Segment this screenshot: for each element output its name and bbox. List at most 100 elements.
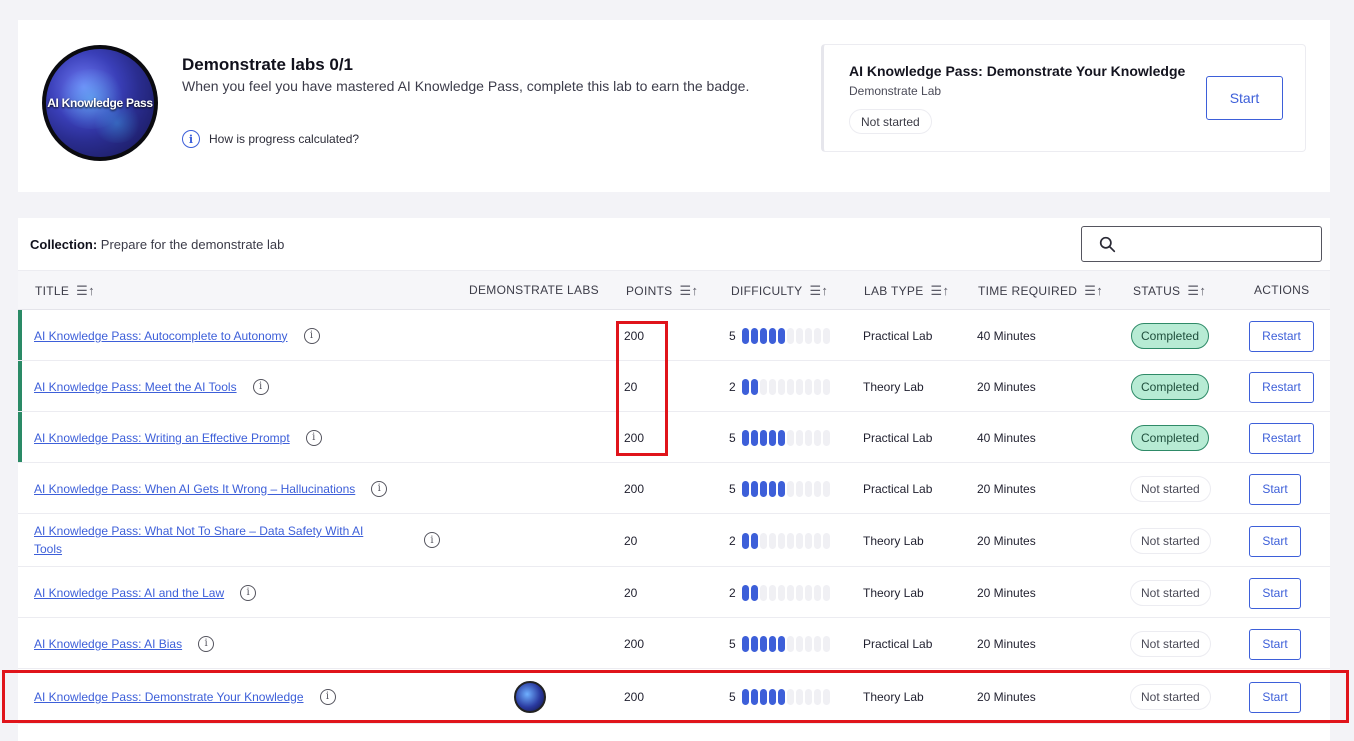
info-icon[interactable]: i: [240, 584, 257, 601]
lab-title-link[interactable]: AI Knowledge Pass: Writing an Effective …: [34, 429, 290, 447]
difficulty-bar: [759, 327, 767, 344]
lab-title-link[interactable]: AI Knowledge Pass: When AI Gets It Wrong…: [34, 480, 355, 498]
difficulty-bar: [813, 327, 821, 344]
difficulty-bar: [786, 532, 794, 549]
difficulty-bar: [750, 635, 758, 652]
info-icon: i: [182, 130, 200, 148]
difficulty-bar: [804, 532, 812, 549]
difficulty-bar: [741, 378, 749, 395]
sort-icon: ☰↑: [76, 283, 95, 298]
column-time-required[interactable]: TIME REQUIRED ☰↑: [978, 283, 1103, 299]
start-button[interactable]: Start: [1249, 577, 1301, 609]
lab-title-link[interactable]: AI Knowledge Pass: AI Bias: [34, 635, 182, 653]
demo-lab-start-button[interactable]: Start: [1206, 76, 1283, 120]
difficulty-bar: [795, 378, 803, 395]
difficulty-bar: [759, 378, 767, 395]
lab-title-link[interactable]: AI Knowledge Pass: Meet the AI Tools: [34, 378, 237, 396]
title-cell: AI Knowledge Pass: AI Bias i: [34, 635, 215, 653]
difficulty-bar: [750, 327, 758, 344]
lab-type: Practical Lab: [863, 328, 933, 343]
table-row: AI Knowledge Pass: When AI Gets It Wrong…: [18, 463, 1330, 514]
difficulty-bars: [741, 429, 830, 446]
difficulty-bar: [822, 584, 830, 601]
difficulty-bars: [741, 584, 830, 601]
progress-help-link[interactable]: i How is progress calculated?: [182, 130, 359, 148]
action-cell: Restart: [1249, 371, 1314, 403]
status-cell: Not started: [1130, 475, 1211, 502]
difficulty-value: 5: [729, 481, 736, 496]
action-cell: Start: [1249, 577, 1301, 609]
difficulty-bar: [795, 584, 803, 601]
lab-type: Theory Lab: [863, 533, 924, 548]
lab-type: Practical Lab: [863, 481, 933, 496]
status-cell: Not started: [1130, 527, 1211, 554]
time-required: 20 Minutes: [977, 379, 1036, 394]
info-icon[interactable]: i: [252, 378, 269, 395]
info-icon[interactable]: i: [424, 532, 440, 548]
info-icon[interactable]: i: [305, 429, 322, 446]
start-button[interactable]: Start: [1249, 525, 1301, 557]
difficulty-bar: [741, 584, 749, 601]
demo-lab-subtitle: Demonstrate Lab: [849, 84, 942, 98]
status-badge: Not started: [1130, 579, 1211, 606]
status-badge: Not started: [1130, 475, 1211, 502]
info-icon[interactable]: i: [303, 327, 320, 344]
info-icon[interactable]: i: [371, 480, 388, 497]
difficulty-bars: [741, 327, 830, 344]
sort-icon: ☰↑: [930, 283, 950, 298]
difficulty-bar: [804, 635, 812, 652]
difficulty-bar: [822, 532, 830, 549]
sort-icon: ☰↑: [809, 283, 829, 298]
column-points[interactable]: POINTS ☰↑: [626, 283, 698, 299]
difficulty-value: 2: [729, 533, 736, 548]
lab-title-link[interactable]: AI Knowledge Pass: Autocomplete to Auton…: [34, 327, 288, 345]
difficulty-bar: [759, 584, 767, 601]
progress-help-label: How is progress calculated?: [209, 132, 360, 146]
info-icon[interactable]: i: [198, 635, 215, 652]
difficulty-bar: [750, 584, 758, 601]
difficulty-bar: [777, 429, 785, 446]
difficulty-bar: [804, 327, 812, 344]
status-badge: Not started: [1130, 630, 1211, 657]
start-button[interactable]: Start: [1249, 473, 1301, 505]
badge-image: AI Knowledge Pass: [42, 45, 158, 161]
table-row: AI Knowledge Pass: AI Bias i 200 5 Pract…: [18, 618, 1330, 669]
search-icon: [1099, 236, 1116, 253]
column-status[interactable]: STATUS ☰↑: [1133, 283, 1206, 299]
restart-button[interactable]: Restart: [1249, 422, 1314, 454]
lab-title-link[interactable]: AI Knowledge Pass: What Not To Share – D…: [34, 522, 379, 558]
difficulty-bar: [768, 635, 776, 652]
difficulty-bar: [795, 635, 803, 652]
table-row: AI Knowledge Pass: What Not To Share – D…: [18, 514, 1330, 567]
column-title[interactable]: TITLE ☰↑: [35, 283, 95, 299]
collection-table-card: Collection: Prepare for the demonstrate …: [18, 218, 1330, 741]
status-cell: Completed: [1131, 424, 1210, 451]
difficulty-bars: [741, 635, 830, 652]
points-value: 200: [624, 636, 645, 651]
difficulty-bar: [741, 532, 749, 549]
time-required: 20 Minutes: [977, 533, 1036, 548]
difficulty-value: 2: [729, 379, 736, 394]
lab-title-link[interactable]: AI Knowledge Pass: AI and the Law: [34, 584, 224, 602]
difficulty-bar: [768, 378, 776, 395]
restart-button[interactable]: Restart: [1249, 371, 1314, 403]
title-cell: AI Knowledge Pass: AI and the Law i: [34, 584, 257, 602]
title-cell: AI Knowledge Pass: Writing an Effective …: [34, 429, 322, 447]
difficulty-bar: [750, 378, 758, 395]
difficulty-bar: [822, 480, 830, 497]
start-button[interactable]: Start: [1249, 628, 1301, 660]
column-difficulty[interactable]: DIFFICULTY ☰↑: [731, 283, 828, 299]
title-cell: AI Knowledge Pass: Meet the AI Tools i: [34, 378, 269, 396]
difficulty-bar: [813, 584, 821, 601]
status-cell: Not started: [1130, 579, 1211, 606]
difficulty-meter: 5: [729, 327, 830, 344]
restart-button[interactable]: Restart: [1249, 320, 1314, 352]
difficulty-bar: [750, 429, 758, 446]
search-input[interactable]: [1081, 226, 1322, 262]
difficulty-bar: [786, 584, 794, 601]
column-lab-type[interactable]: LAB TYPE ☰↑: [864, 283, 949, 299]
sort-icon: ☰↑: [679, 283, 699, 298]
lab-type: Practical Lab: [863, 636, 933, 651]
collection-name: Prepare for the demonstrate lab: [100, 237, 285, 252]
status-badge: Completed: [1131, 373, 1210, 400]
